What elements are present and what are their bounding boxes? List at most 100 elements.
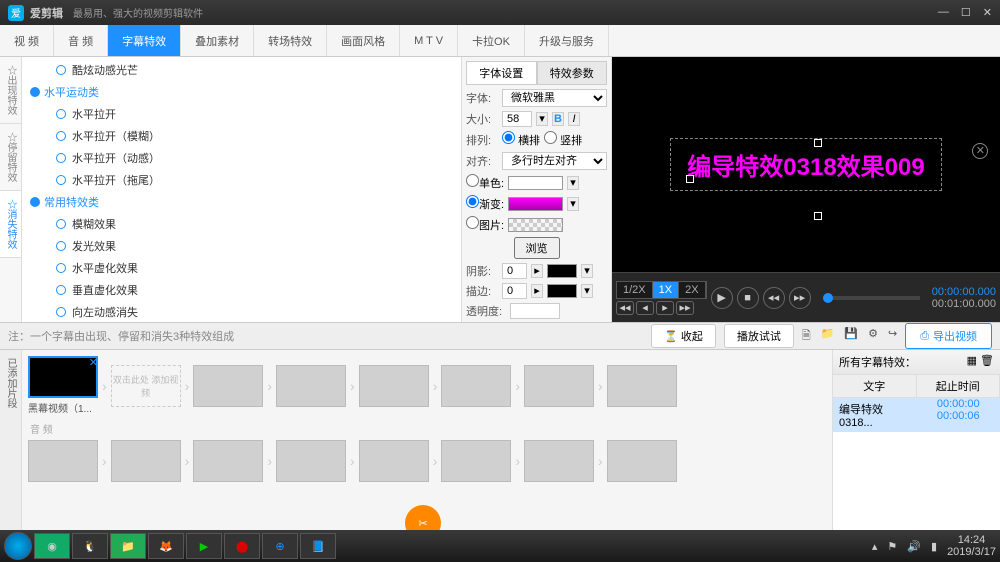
bold-button[interactable]: B xyxy=(552,112,564,126)
resize-handle[interactable] xyxy=(814,139,822,147)
tree-category[interactable]: 水平运动类 xyxy=(22,81,461,103)
clip-0[interactable]: ✕黑幕视频（1... xyxy=(28,356,98,415)
resize-handle[interactable] xyxy=(814,212,822,220)
play-button[interactable]: ▶ xyxy=(711,287,733,309)
browse-button[interactable]: 浏览 xyxy=(514,237,560,259)
taskbar-app[interactable]: ▶ xyxy=(186,533,222,559)
taskbar-app[interactable]: 🦊 xyxy=(148,533,184,559)
solid-color-swatch[interactable] xyxy=(508,176,563,190)
tree-item[interactable]: 水平拉开（拖尾） xyxy=(22,169,461,191)
collapse-button[interactable]: ⏳ 收起 xyxy=(651,324,716,348)
next-frame-icon[interactable]: ▸▸ xyxy=(676,301,694,315)
taskbar-app[interactable]: ◉ xyxy=(34,533,70,559)
sidebar-stay[interactable]: ☆停留特效 xyxy=(0,124,21,191)
new-icon[interactable]: 🗎 xyxy=(802,327,811,346)
tree-category[interactable]: 常用特效类 xyxy=(22,191,461,213)
tray-volume-icon[interactable]: 🔊 xyxy=(907,540,921,553)
image-swatch[interactable] xyxy=(508,218,563,232)
empty-clip[interactable] xyxy=(524,440,594,482)
tab-karaoke[interactable]: 卡拉OK xyxy=(458,25,525,56)
empty-clip[interactable] xyxy=(193,440,263,482)
empty-clip[interactable] xyxy=(276,365,346,407)
dropdown-icon[interactable]: ▾ xyxy=(567,197,579,211)
seek-slider[interactable] xyxy=(823,296,920,300)
add-clip-placeholder[interactable]: 双击此处 添加视频 xyxy=(111,365,181,407)
empty-clip[interactable] xyxy=(276,440,346,482)
settings-icon[interactable]: ⚙ xyxy=(868,327,878,346)
empty-clip[interactable] xyxy=(359,365,429,407)
color-gradient[interactable]: 渐变: xyxy=(466,195,504,212)
shadow-color[interactable] xyxy=(547,264,577,278)
tab-video[interactable]: 视 频 xyxy=(0,25,54,56)
minimize-icon[interactable]: — xyxy=(938,6,949,19)
close-icon[interactable]: ✕ xyxy=(983,6,992,19)
opacity-input[interactable] xyxy=(510,303,560,319)
tray-date[interactable]: 2019/3/17 xyxy=(947,546,996,558)
dropdown-icon[interactable]: ▾ xyxy=(536,112,548,126)
subtitle-preview[interactable]: 编导特效0318效果009 xyxy=(670,138,941,191)
layout-vertical[interactable]: 竖排 xyxy=(544,131,582,148)
tab-fx-params[interactable]: 特效参数 xyxy=(537,61,608,85)
empty-clip[interactable] xyxy=(359,440,429,482)
taskbar-app[interactable]: ⊕ xyxy=(262,533,298,559)
color-image[interactable]: 图片: xyxy=(466,216,504,233)
play-test-button[interactable]: 播放试试 xyxy=(724,324,794,348)
rewind-button[interactable]: ◂◂ xyxy=(763,287,785,309)
tray-up-icon[interactable]: ▴ xyxy=(872,540,878,553)
speed-half[interactable]: 1/2X xyxy=(617,282,653,298)
outline-input[interactable] xyxy=(502,283,527,299)
prev-frame-icon[interactable]: ◂◂ xyxy=(616,301,634,315)
tree-item[interactable]: 水平拉开 xyxy=(22,103,461,125)
tree-item[interactable]: 水平拉开（动感） xyxy=(22,147,461,169)
align-select[interactable]: 多行时左对齐 xyxy=(502,152,607,170)
taskbar-app[interactable]: 🐧 xyxy=(72,533,108,559)
tree-item[interactable]: 水平虚化效果 xyxy=(22,257,461,279)
tab-upgrade[interactable]: 升级与服务 xyxy=(525,25,609,56)
empty-clip[interactable] xyxy=(524,365,594,407)
outline-color[interactable] xyxy=(547,284,577,298)
shadow-input[interactable] xyxy=(502,263,527,279)
sidebar-disappear[interactable]: ☆消失特效 xyxy=(0,191,21,258)
tree-item[interactable]: 水平拉开（模糊） xyxy=(22,125,461,147)
save-icon[interactable]: 💾 xyxy=(844,327,858,346)
empty-clip[interactable] xyxy=(28,440,98,482)
subtitle-entry[interactable]: 编导特效0318... 00:00:0000:00:06 xyxy=(833,398,1000,432)
tree-item[interactable]: 酷炫动感光芒 xyxy=(22,59,461,81)
tray-flag-icon[interactable]: ⚑ xyxy=(887,540,897,553)
dropdown-icon[interactable]: ▾ xyxy=(567,176,579,190)
empty-clip[interactable] xyxy=(441,365,511,407)
close-subtitle-icon[interactable]: ✕ xyxy=(972,143,988,159)
tree-item[interactable]: 垂直虚化效果 xyxy=(22,279,461,301)
tab-font-settings[interactable]: 字体设置 xyxy=(466,61,537,85)
stop-button[interactable]: ■ xyxy=(737,287,759,309)
tree-item[interactable]: 向左动感消失 xyxy=(22,301,461,322)
tab-style[interactable]: 画面风格 xyxy=(327,25,400,56)
empty-clip[interactable] xyxy=(607,365,677,407)
share-icon[interactable]: ↪ xyxy=(888,327,897,346)
color-solid[interactable]: 单色: xyxy=(466,174,504,191)
taskbar-app[interactable]: ⬤ xyxy=(224,533,260,559)
gradient-swatch[interactable] xyxy=(508,197,563,211)
font-family-select[interactable]: 微软雅黑 xyxy=(502,89,607,107)
tray-time[interactable]: 14:24 xyxy=(947,534,996,546)
taskbar-app[interactable]: 📁 xyxy=(110,533,146,559)
prev-icon[interactable]: ◂ xyxy=(636,301,654,315)
font-size-input[interactable] xyxy=(502,111,532,127)
forward-button[interactable]: ▸▸ xyxy=(789,287,811,309)
add-icon[interactable]: ▦ xyxy=(967,355,977,367)
export-video-button[interactable]: ⎙ 导出视频 xyxy=(905,323,992,349)
tab-audio[interactable]: 音 频 xyxy=(54,25,108,56)
empty-clip[interactable] xyxy=(441,440,511,482)
tree-item[interactable]: 发光效果 xyxy=(22,235,461,257)
tab-mtv[interactable]: M T V xyxy=(400,25,458,56)
empty-clip[interactable] xyxy=(607,440,677,482)
maximize-icon[interactable]: ☐ xyxy=(961,6,971,19)
empty-clip[interactable] xyxy=(111,440,181,482)
empty-clip[interactable] xyxy=(193,365,263,407)
tree-item[interactable]: 模糊效果 xyxy=(22,213,461,235)
sidebar-appear[interactable]: ☆出现特效 xyxy=(0,57,21,124)
delete-icon[interactable]: 🗑 xyxy=(980,355,994,367)
next-icon[interactable]: ▸ xyxy=(656,301,674,315)
open-icon[interactable]: 📁 xyxy=(821,327,835,346)
layout-horizontal[interactable]: 横排 xyxy=(502,131,540,148)
